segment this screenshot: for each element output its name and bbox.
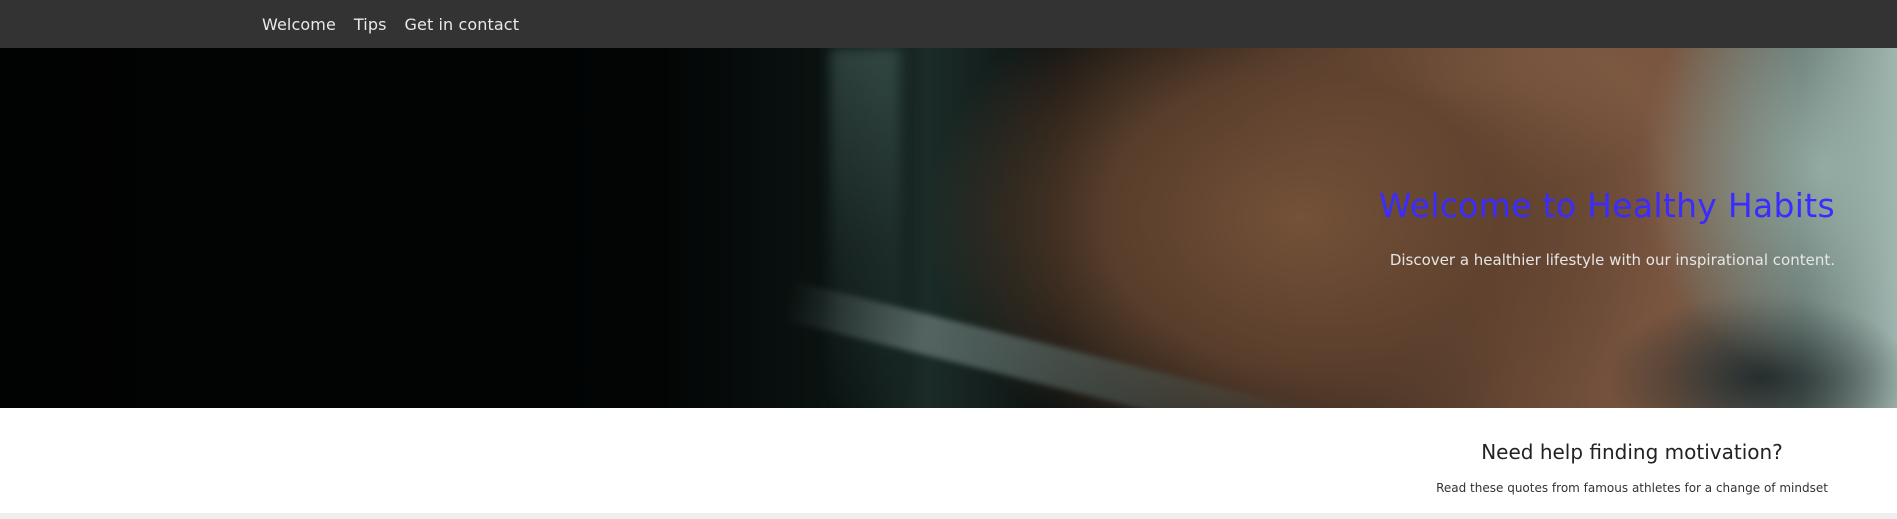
hero-title: Welcome to Healthy Habits [1378, 186, 1835, 225]
section-divider [0, 513, 1897, 519]
motivation-description: Read these quotes from famous athletes f… [1436, 481, 1828, 495]
nav-link-tips[interactable]: Tips [354, 15, 387, 34]
nav-link-welcome[interactable]: Welcome [262, 15, 336, 34]
hero-banner: Welcome to Healthy Habits Discover a hea… [0, 48, 1897, 408]
hero-subtitle: Discover a healthier lifestyle with our … [1389, 251, 1835, 269]
hero-overlay [0, 48, 1897, 408]
nav-link-get-in-contact[interactable]: Get in contact [405, 15, 520, 34]
motivation-heading: Need help finding motivation? [1481, 440, 1783, 464]
top-navbar: Welcome Tips Get in contact [0, 0, 1897, 48]
motivation-section: Need help finding motivation? Read these… [0, 408, 1897, 513]
